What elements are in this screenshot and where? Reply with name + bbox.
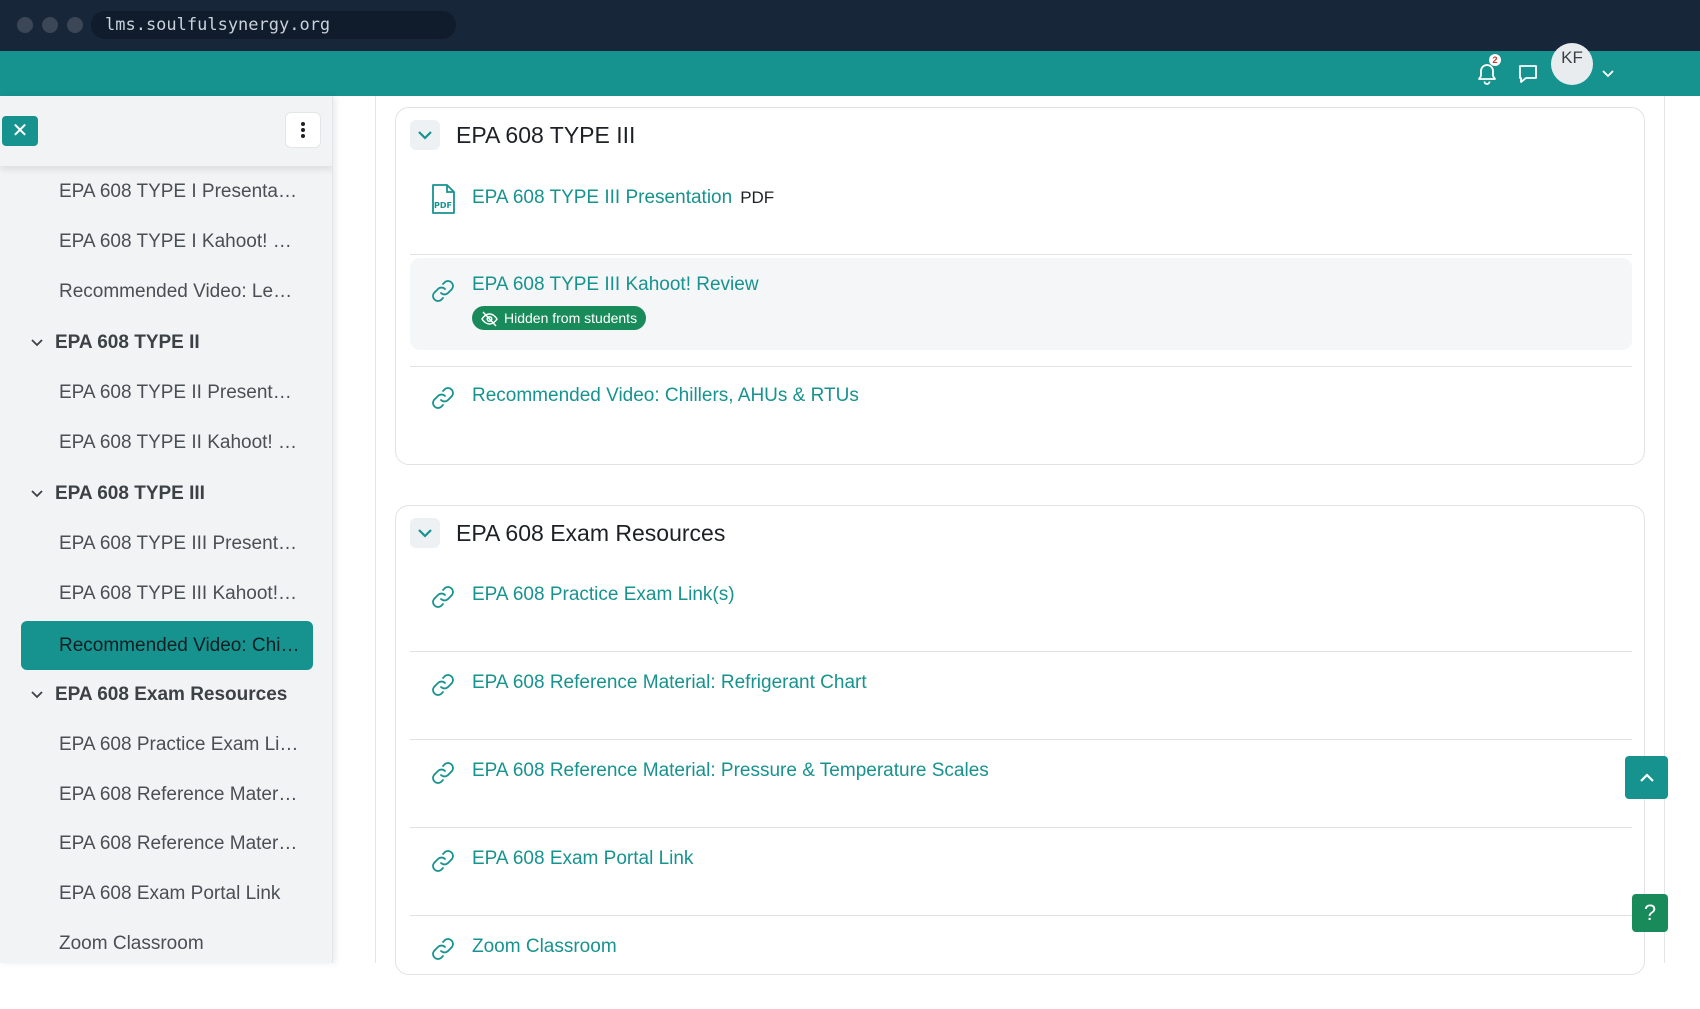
activity-link[interactable]: EPA 608 Exam Portal Link [472,848,693,870]
badge-label: Hidden from students [504,310,638,326]
chevron-up-icon [1639,772,1654,782]
back-to-top-button[interactable] [1625,756,1668,799]
link-icon [428,581,458,613]
window-close-dot[interactable] [17,17,33,33]
hidden-from-students-badge: Hidden from students [472,306,647,330]
course-index-item[interactable]: EPA 608 TYPE II Kahoot! Review [21,420,313,466]
activity-row: PDF EPA 608 TYPE III Presentation PDF [410,171,1632,259]
eye-slash-icon [481,310,498,334]
section-collapse-toggle[interactable] [410,120,440,150]
activity-row: EPA 608 Practice Exam Link(s) [410,569,1632,657]
course-index-item[interactable]: EPA 608 TYPE III Kahoot! Review [21,571,313,617]
link-icon [428,845,458,877]
activity-link[interactable]: EPA 608 Reference Material: Refrigerant … [472,672,867,694]
pdf-icon: PDF [428,183,458,215]
chevron-down-icon[interactable] [31,672,47,718]
section-label: EPA 608 TYPE II [55,332,200,353]
section-label: EPA 608 TYPE III [55,483,205,504]
course-index-item[interactable]: EPA 608 Exam Portal Link [21,871,313,917]
course-index-section[interactable]: EPA 608 TYPE II [28,320,318,366]
browser-chrome: lms.soulfulsynergy.org [0,0,1700,51]
link-icon [428,275,458,307]
chat-bubble-icon [1519,64,1537,83]
window-minimize-dot[interactable] [42,17,58,33]
course-index-item[interactable]: EPA 608 Reference Material: Refrigerant … [21,772,313,818]
help-button[interactable]: ? [1632,894,1668,932]
section-collapse-toggle[interactable] [410,518,440,548]
link-icon [428,757,458,789]
messages-button[interactable] [1513,51,1543,96]
course-index-item[interactable]: EPA 608 TYPE I Presentation PDF [21,169,313,215]
course-index-drawer: ✕ EPA 608 TYPE I Presentation PDF EPA 60… [0,96,333,963]
kebab-menu-icon [301,122,305,138]
activity-row: EPA 608 Exam Portal Link [410,833,1632,921]
activity-link[interactable]: EPA 608 TYPE III Presentation PDF [472,187,774,209]
top-navbar [0,51,1700,96]
chevron-down-icon [418,131,432,140]
divider [410,254,1632,255]
divider [410,915,1632,916]
activity-row: EPA 608 Reference Material: Pressure & T… [410,745,1632,833]
section-label: EPA 608 Exam Resources [55,684,288,705]
notification-count-badge: 2 [1489,54,1501,66]
course-index-section[interactable]: EPA 608 TYPE III [28,471,318,517]
activity-link[interactable]: Zoom Classroom [472,936,617,958]
link-icon [428,382,458,414]
address-bar[interactable]: lms.soulfulsynergy.org [91,11,456,39]
course-index-item[interactable]: EPA 608 Reference Material: Pressure & T… [21,821,313,867]
link-icon [428,669,458,701]
divider [410,739,1632,740]
chevron-down-icon[interactable] [31,471,47,517]
chevron-down-icon [1602,69,1614,77]
user-avatar[interactable]: KF [1551,43,1593,85]
course-section-card: EPA 608 TYPE III PDF EPA 608 TYPE III Pr… [395,107,1645,465]
activity-row: EPA 608 Reference Material: Refrigerant … [410,657,1632,745]
activity-link[interactable]: EPA 608 TYPE III Kahoot! Review [472,274,759,296]
divider [410,651,1632,652]
svg-text:PDF: PDF [434,201,452,210]
activity-title[interactable]: EPA 608 TYPE III Presentation [472,187,732,208]
course-index-item[interactable]: Zoom Classroom [21,921,313,963]
activity-link[interactable]: EPA 608 Reference Material: Pressure & T… [472,760,989,782]
link-icon [428,933,458,965]
section-title: EPA 608 TYPE III [456,122,636,148]
course-section-card: EPA 608 Exam Resources EPA 608 Practice … [395,505,1645,975]
course-index-item[interactable]: EPA 608 Practice Exam Link(s) [21,722,313,768]
chevron-down-icon [418,529,432,538]
close-drawer-button[interactable]: ✕ [2,116,38,146]
course-index-item[interactable]: EPA 608 TYPE II Presentation PDF [21,370,313,416]
notifications-button[interactable]: 2 [1472,51,1502,96]
course-index-item-active[interactable]: Recommended Video: Chillers, AHUs & RTUs [21,621,313,670]
activity-row-hidden: EPA 608 TYPE III Kahoot! Review Hidden f… [410,258,1632,350]
activity-row: Zoom Classroom [410,921,1632,1009]
chevron-down-icon[interactable] [31,320,47,366]
course-index-item[interactable]: EPA 608 TYPE I Kahoot! Review [21,219,313,265]
activity-type-label: PDF [740,188,775,207]
divider [410,827,1632,828]
course-index-item[interactable]: EPA 608 TYPE III Presentation PDF [21,521,313,567]
drawer-options-button[interactable] [285,112,321,148]
activity-link[interactable]: Recommended Video: Chillers, AHUs & RTUs [472,385,859,407]
window-maximize-dot[interactable] [67,17,83,33]
drawer-header: ✕ [0,96,332,166]
user-menu-toggle[interactable] [1593,51,1623,96]
course-index-item[interactable]: Recommended Video: Learning the Basics [21,269,313,315]
section-title: EPA 608 Exam Resources [456,520,726,546]
divider [410,366,1632,367]
activity-row: Recommended Video: Chillers, AHUs & RTUs [410,370,1632,458]
activity-link[interactable]: EPA 608 Practice Exam Link(s) [472,584,735,606]
course-index-section[interactable]: EPA 608 Exam Resources [28,672,318,718]
